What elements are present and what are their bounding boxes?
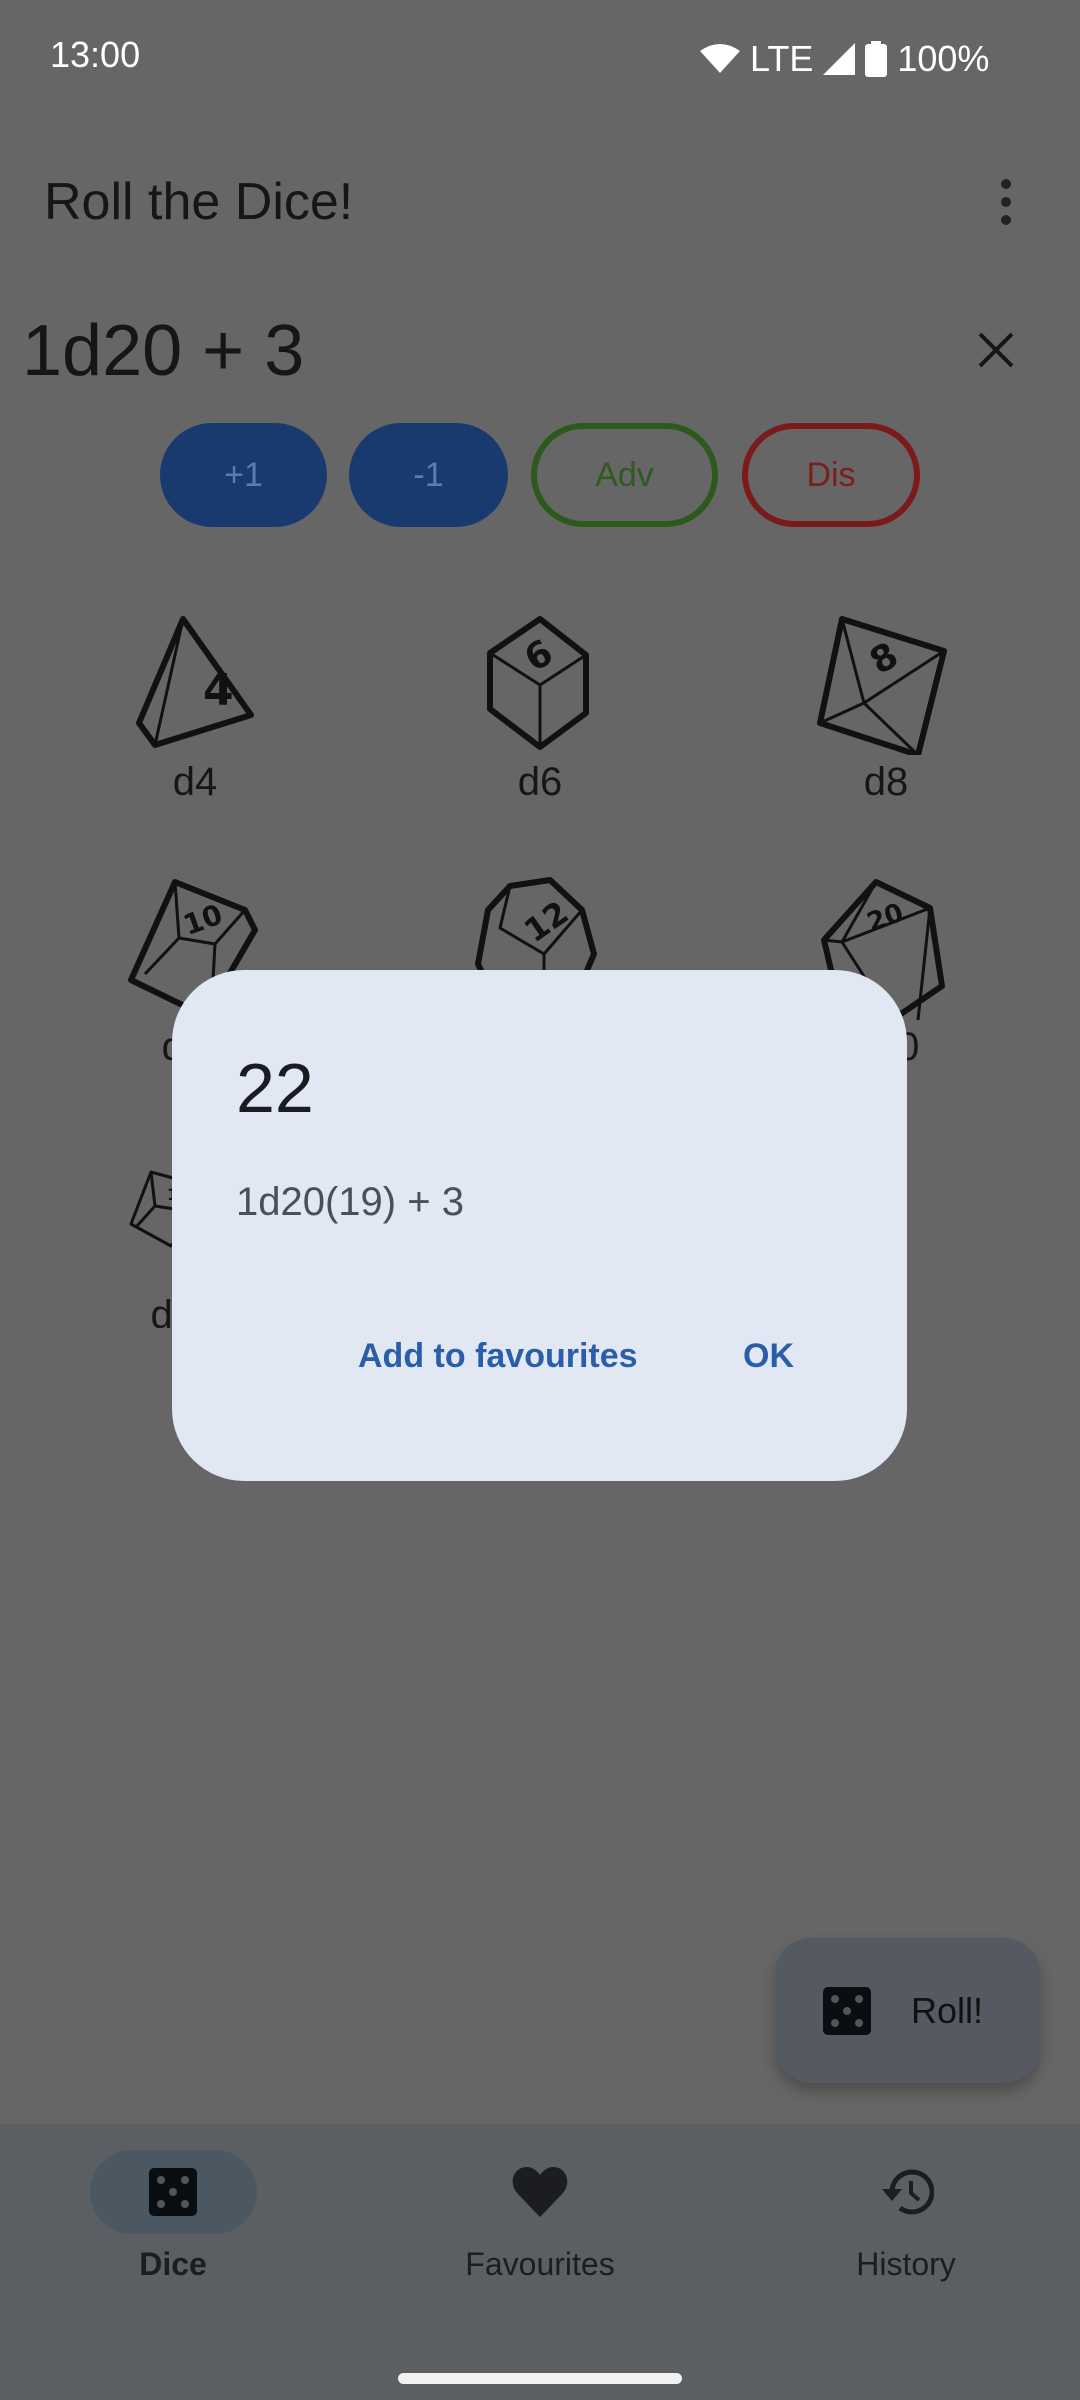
svg-text:12: 12 bbox=[517, 893, 575, 950]
die-d6[interactable]: 6 d6 bbox=[460, 605, 620, 805]
heart-icon bbox=[512, 2167, 568, 2217]
history-icon bbox=[882, 2169, 934, 2215]
nav-label: Favourites bbox=[465, 2246, 615, 2282]
roll-fab[interactable]: Roll! bbox=[775, 1938, 1040, 2083]
more-vert-icon[interactable] bbox=[990, 178, 1022, 228]
die-label: d4 bbox=[172, 760, 218, 804]
nav-indicator bbox=[89, 2150, 257, 2234]
dice-icon bbox=[823, 1986, 871, 2035]
nav-label: Dice bbox=[139, 2246, 207, 2282]
die-d4[interactable]: 4 d4 bbox=[115, 605, 275, 805]
home-indicator[interactable] bbox=[398, 2373, 682, 2384]
battery-percent: 100% bbox=[897, 38, 990, 79]
minus-one-button[interactable]: -1 bbox=[349, 423, 508, 527]
result-dialog: 22 1d20(19) + 3 Add to favourites OK bbox=[172, 970, 907, 1481]
nav-item-favourites[interactable]: Favourites bbox=[410, 2150, 670, 2283]
plus-one-button[interactable]: +1 bbox=[160, 423, 327, 527]
close-icon[interactable] bbox=[976, 330, 1016, 370]
status-icons: LTE 100% bbox=[700, 38, 989, 80]
svg-text:6: 6 bbox=[518, 632, 560, 680]
battery-icon bbox=[865, 41, 888, 77]
nav-label: History bbox=[856, 2246, 956, 2282]
d8-icon: 8 bbox=[817, 616, 947, 758]
add-to-favourites-button[interactable]: Add to favourites bbox=[358, 1337, 638, 1376]
svg-text:4: 4 bbox=[203, 665, 234, 716]
wifi-icon bbox=[700, 44, 740, 73]
svg-text:8: 8 bbox=[863, 635, 905, 683]
dice-expression: 1d20 + 3 bbox=[22, 311, 305, 391]
die-d8[interactable]: 8 d8 bbox=[806, 605, 966, 805]
die-label: d8 bbox=[863, 760, 909, 804]
result-total: 22 bbox=[236, 1049, 314, 1127]
d4-icon: 4 bbox=[136, 616, 254, 748]
signal-icon bbox=[823, 43, 856, 75]
status-time: 13:00 bbox=[50, 34, 141, 75]
dice-icon bbox=[149, 2168, 197, 2216]
disadvantage-button[interactable]: Dis bbox=[742, 423, 920, 527]
ok-button[interactable]: OK bbox=[743, 1337, 794, 1376]
d6-icon: 6 bbox=[487, 616, 589, 750]
advantage-button[interactable]: Adv bbox=[531, 423, 718, 527]
nav-item-dice[interactable]: Dice bbox=[43, 2150, 303, 2283]
svg-text:10: 10 bbox=[179, 898, 227, 942]
result-breakdown: 1d20(19) + 3 bbox=[236, 1180, 464, 1224]
nav-item-history[interactable]: History bbox=[776, 2150, 1036, 2283]
roll-label: Roll! bbox=[911, 1989, 984, 2031]
die-label: d6 bbox=[517, 760, 563, 804]
page-title: Roll the Dice! bbox=[44, 173, 354, 231]
network-type: LTE bbox=[750, 38, 814, 79]
